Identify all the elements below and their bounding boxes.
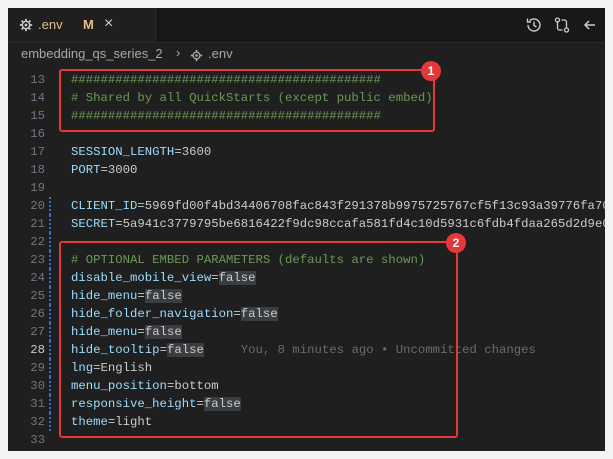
env-key: SESSION_LENGTH	[71, 145, 175, 159]
arrow-left-icon[interactable]	[581, 16, 599, 34]
close-icon[interactable]: ×	[104, 15, 113, 33]
git-modified-indicator[interactable]	[49, 215, 51, 233]
git-modified-indicator[interactable]	[49, 269, 51, 287]
line-number: 21	[30, 217, 45, 231]
git-modified-indicator[interactable]	[49, 341, 51, 359]
line-number: 22	[30, 235, 45, 249]
line-number: 30	[30, 379, 45, 393]
line-number: 13	[30, 73, 45, 87]
line-number: 26	[30, 307, 45, 321]
annotation-badge-1: 1	[421, 61, 441, 81]
line-number: 20	[30, 199, 45, 213]
git-modified-indicator[interactable]	[49, 395, 51, 413]
line-number: 32	[30, 415, 45, 429]
line-number: 29	[30, 361, 45, 375]
chevron-right-icon: ›	[176, 45, 181, 60]
line-number: 28	[30, 343, 45, 357]
gear-icon	[19, 18, 33, 32]
editor-window: .env M × embedding_qs_series_2 › .env 13…	[8, 8, 605, 451]
code-text: SESSION_LENGTH=3600	[71, 143, 211, 161]
git-modified-indicator[interactable]	[49, 287, 51, 305]
env-key: CLIENT_ID	[71, 199, 138, 213]
line-number: 24	[30, 271, 45, 285]
editor-actions	[525, 16, 599, 34]
code-line[interactable]: 17 SESSION_LENGTH=3600	[8, 143, 605, 161]
line-number: 25	[30, 289, 45, 303]
code-line[interactable]: 19	[8, 179, 605, 197]
code-line[interactable]: 18 PORT=3000	[8, 161, 605, 179]
env-key: SECRET	[71, 217, 116, 231]
git-modified-indicator[interactable]	[49, 323, 51, 341]
git-modified-indicator[interactable]	[49, 359, 51, 377]
code-text: CLIENT_ID=5969fd00f4bd34406708fac843f291…	[71, 197, 605, 215]
line-number: 23	[30, 253, 45, 267]
line-number: 17	[30, 145, 45, 159]
env-value: =5969fd00f4bd34406708fac843f291378b99757…	[137, 199, 605, 213]
git-modified-indicator[interactable]	[49, 377, 51, 395]
gear-icon	[190, 49, 203, 62]
line-number: 15	[30, 109, 45, 123]
git-compare-icon[interactable]	[553, 16, 571, 34]
code-line[interactable]: 20 CLIENT_ID=5969fd00f4bd34406708fac843f2…	[8, 197, 605, 215]
env-value: =5a941c3779795be6816422f9dc98ccafa581fd4…	[115, 217, 605, 231]
env-key: PORT	[71, 163, 101, 177]
breadcrumb: embedding_qs_series_2 › .env	[8, 43, 605, 65]
line-number: 31	[30, 397, 45, 411]
annotation-box-1	[59, 69, 435, 132]
git-modified-indicator[interactable]	[49, 197, 51, 215]
git-modified-indicator[interactable]	[49, 305, 51, 323]
line-number: 16	[30, 127, 45, 141]
line-number: 27	[30, 325, 45, 339]
code-text: PORT=3000	[71, 161, 137, 179]
tab-bar: .env M ×	[8, 8, 605, 43]
env-value: =3000	[100, 163, 138, 177]
env-value: =3600	[174, 145, 212, 159]
line-number: 33	[30, 433, 45, 447]
modified-indicator: M	[83, 17, 94, 32]
tab-label: .env	[38, 17, 63, 32]
git-modified-indicator[interactable]	[49, 233, 51, 251]
code-text: SECRET=5a941c3779795be6816422f9dc98ccafa…	[71, 215, 605, 233]
code-line[interactable]: 21 SECRET=5a941c3779795be6816422f9dc98cca…	[8, 215, 605, 233]
breadcrumb-folder[interactable]: embedding_qs_series_2	[21, 46, 163, 61]
line-number: 14	[30, 91, 45, 105]
line-number: 19	[30, 181, 45, 195]
history-icon[interactable]	[525, 16, 543, 34]
git-modified-indicator[interactable]	[49, 251, 51, 269]
tab-env[interactable]: .env M ×	[8, 8, 156, 42]
git-modified-indicator[interactable]	[49, 413, 51, 431]
annotation-badge-2: 2	[446, 233, 466, 253]
breadcrumb-file[interactable]: .env	[208, 46, 233, 61]
line-number: 18	[30, 163, 45, 177]
annotation-box-2	[59, 241, 458, 438]
